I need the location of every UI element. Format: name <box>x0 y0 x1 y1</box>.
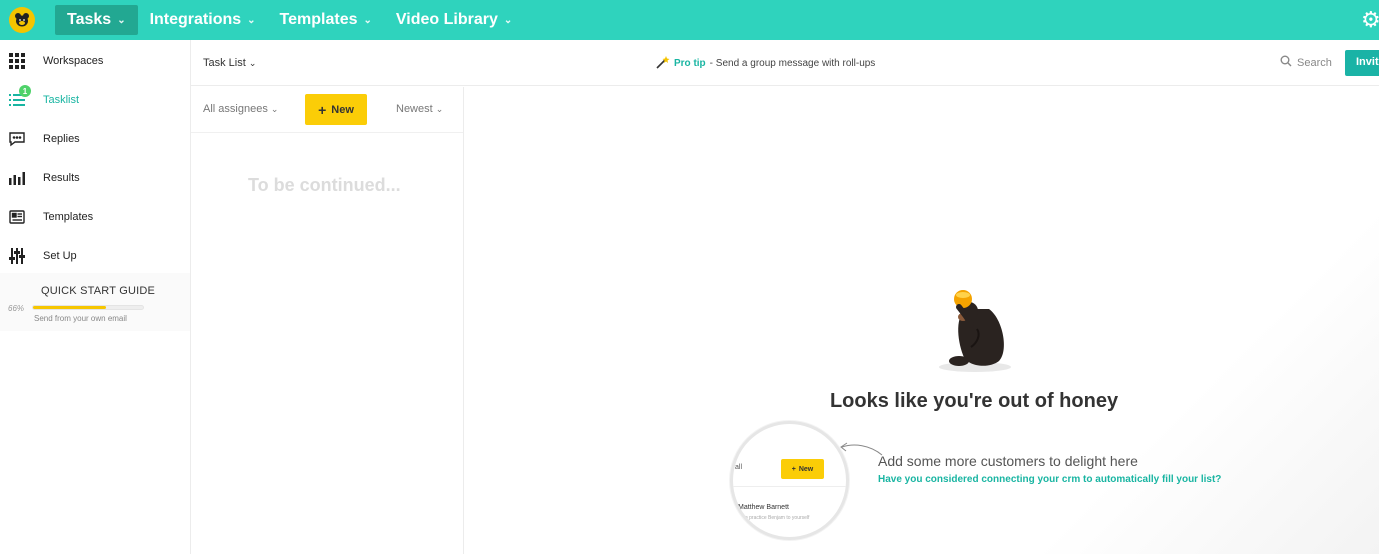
quick-start-percent: 66% <box>8 304 25 313</box>
pro-tip-label[interactable]: Pro tip <box>674 58 706 69</box>
sidebar-item-replies[interactable]: Replies <box>0 120 190 158</box>
sort-dropdown-label: Newest <box>396 103 433 115</box>
sidebar-item-set-up[interactable]: Set Up <box>0 237 190 275</box>
chevron-down-icon: ⌄ <box>435 104 444 114</box>
new-task-label: New <box>331 103 354 116</box>
quick-start-title: QUICK START GUIDE <box>41 285 156 297</box>
sidebar-item-label: Tasklist <box>43 94 80 106</box>
sidebar-item-templates[interactable]: Templates <box>0 198 190 236</box>
plus-icon: + <box>318 101 327 118</box>
magnifier-divider <box>733 486 846 487</box>
sidebar: Workspaces 1 Tasklist Replies Results Te… <box>0 40 190 554</box>
quick-start-progress-fill <box>33 306 106 309</box>
sidebar-item-label: Results <box>43 172 80 184</box>
nav-integrations[interactable]: Integrations ⌄ <box>138 5 268 35</box>
nav-integrations-label: Integrations <box>149 11 242 28</box>
chevron-down-icon: ⌄ <box>247 14 256 26</box>
chevron-down-icon: ⌄ <box>503 14 513 26</box>
quick-start-guide[interactable]: QUICK START GUIDE 66% Send from your own… <box>0 273 190 331</box>
tasklist-count-badge: 1 <box>19 85 31 97</box>
pro-tip-banner: Pro tip - Send a group message with roll… <box>656 55 875 72</box>
gear-icon[interactable]: ⚙ <box>1361 7 1379 33</box>
nav-tasks[interactable]: Tasks ⌄ <box>55 5 138 35</box>
nav-tasks-label: Tasks <box>67 11 112 28</box>
list-header-divider <box>191 132 463 133</box>
nav-templates[interactable]: Templates ⌄ <box>268 5 384 35</box>
chevron-down-icon: ⌄ <box>117 14 126 26</box>
grid-icon <box>8 52 26 70</box>
chevron-down-icon: ⌄ <box>248 58 257 68</box>
search-icon <box>1280 55 1292 70</box>
sidebar-item-label: Replies <box>43 133 80 145</box>
sidebar-item-results[interactable]: Results <box>0 159 190 197</box>
task-list-panel: All assignees ⌄ + New Newest ⌄ To be con… <box>191 87 463 554</box>
chat-bubble-icon <box>8 130 26 148</box>
assignees-filter-label: All assignees <box>203 103 268 115</box>
empty-list-placeholder: To be continued... <box>248 175 401 195</box>
magic-wand-icon <box>656 55 670 72</box>
sidebar-item-workspaces[interactable]: Workspaces <box>0 42 190 80</box>
invite-button[interactable]: Invit <box>1345 50 1379 76</box>
template-card-icon <box>8 208 26 226</box>
chevron-down-icon: ⌄ <box>270 104 279 114</box>
assignees-filter[interactable]: All assignees ⌄ <box>203 103 278 115</box>
sort-dropdown[interactable]: Newest ⌄ <box>396 103 443 115</box>
sidebar-item-label: Workspaces <box>43 55 104 67</box>
top-nav-bar: Tasks ⌄ Integrations ⌄ Templates ⌄ Video… <box>0 0 1379 40</box>
magnifier-new-label: New <box>798 465 814 473</box>
search-label: Search <box>1297 56 1332 69</box>
new-task-button[interactable]: + New <box>305 94 367 125</box>
sidebar-item-label: Set Up <box>43 250 77 262</box>
bear-eating-honey-illustration <box>937 289 1013 375</box>
sidebar-item-label: Templates <box>43 211 94 223</box>
sub-toolbar: Task List ⌄ Pro tip - Send a group messa… <box>191 40 1379 86</box>
nav-video-library[interactable]: Video Library ⌄ <box>384 5 524 35</box>
pro-tip-text: - Send a group message with roll-ups <box>709 58 876 69</box>
magnifier-new-button: + New <box>781 459 824 479</box>
search-button[interactable]: Search <box>1280 55 1332 70</box>
magnifier-preview-illustration: all + New Matthew Barnett nd a practice … <box>730 421 849 540</box>
magnifier-contact-name: Matthew Barnett <box>738 504 789 511</box>
magnifier-all-label: all <box>735 464 743 471</box>
bear-logo-icon[interactable] <box>9 7 35 33</box>
bar-chart-icon <box>8 169 26 187</box>
nav-templates-label: Templates <box>279 11 358 28</box>
nav-video-library-label: Video Library <box>395 11 498 28</box>
main-empty-state: Looks like you're out of honey all + New… <box>464 87 1379 554</box>
task-list-dropdown-label: Task List <box>203 57 246 69</box>
chevron-down-icon: ⌄ <box>363 14 372 26</box>
sidebar-item-tasklist[interactable]: 1 Tasklist <box>0 81 190 119</box>
quick-start-progress-bar <box>32 305 144 310</box>
empty-state-hint: Add some more customers to delight here <box>878 453 1138 469</box>
task-list-dropdown[interactable]: Task List ⌄ <box>203 57 256 69</box>
connect-crm-link[interactable]: Have you considered connecting your crm … <box>878 474 1221 485</box>
quick-start-subtitle: Send from your own email <box>34 314 127 323</box>
sliders-icon <box>8 247 26 265</box>
magnifier-contact-line: nd a practice Benjam to yourself <box>738 515 810 521</box>
plus-icon: + <box>791 465 796 473</box>
empty-state-title: Looks like you're out of honey <box>829 390 1119 412</box>
